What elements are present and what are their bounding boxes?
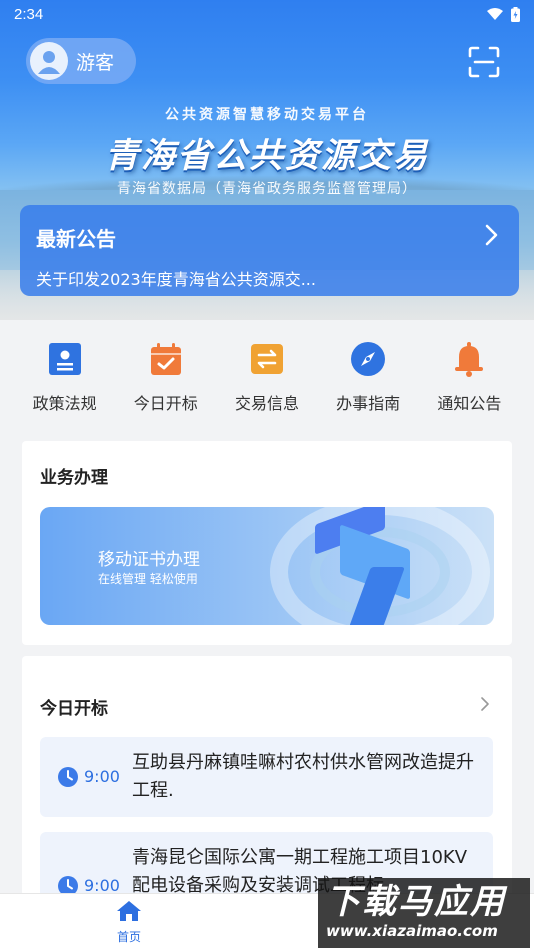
watermark-line2: www.xiazaimao.com: [326, 922, 498, 940]
calendar-check-icon: [147, 340, 185, 378]
quick-nav-label: 通知公告: [437, 394, 502, 413]
quick-nav-label: 政策法规: [32, 394, 97, 413]
banner-title: 移动证书办理: [98, 550, 200, 570]
chevron-right-icon[interactable]: [480, 696, 490, 711]
clock-icon: [58, 767, 78, 787]
bell-icon: [450, 340, 488, 378]
watermark-line1: 下载马应用: [326, 882, 506, 922]
platform-subtitle: 公共资源智慧移动交易平台: [165, 107, 369, 123]
quick-nav: 政策法规 今日开标 交易信息 办事指南 通知公告: [0, 340, 534, 414]
exchange-icon: [248, 340, 286, 378]
quick-nav-label: 交易信息: [234, 394, 299, 413]
latest-notice-card[interactable]: 最新公告 关于印发2023年度青海省公共资源交...: [20, 205, 519, 296]
item-name: 互助县丹麻镇哇嘛村农村供水管网改造提升工程.: [132, 752, 474, 801]
platform-title: 青海省公共资源交易: [105, 136, 429, 176]
user-profile-button[interactable]: 游客: [26, 38, 136, 84]
chevron-right-icon: [481, 223, 501, 247]
status-bar: 2:34: [0, 0, 534, 28]
quick-nav-label: 今日开标: [133, 394, 198, 413]
scan-icon[interactable]: [466, 44, 502, 80]
user-label: 游客: [76, 51, 115, 74]
banner-subtitle: 在线管理 轻松使用: [98, 572, 198, 586]
home-icon: [116, 900, 142, 926]
item-time: 9:00: [84, 767, 120, 786]
today-title: 今日开标: [40, 699, 108, 719]
business-card: 业务办理 移动证书办理 在线管理 轻松使用: [22, 441, 512, 645]
quick-nav-today-bidding[interactable]: 今日开标: [116, 340, 216, 414]
quick-nav-notices[interactable]: 通知公告: [419, 340, 519, 414]
list-item[interactable]: 9:00 互助县丹麻镇哇嘛村农村供水管网改造提升工程.: [40, 737, 493, 817]
platform-organization: 青海省数据局（青海省政务服务监督管理局）: [117, 181, 417, 197]
today-bidding-card: 今日开标 9:00 互助县丹麻镇哇嘛村农村供水管网改造提升工程. 9:00 青海…: [22, 656, 512, 912]
wifi-icon: [487, 8, 503, 20]
mobile-certificate-banner[interactable]: 移动证书办理 在线管理 轻松使用: [40, 507, 494, 625]
policy-icon: [46, 340, 84, 378]
quick-nav-label: 办事指南: [336, 394, 401, 413]
quick-nav-policy[interactable]: 政策法规: [15, 340, 115, 414]
quick-nav-guide[interactable]: 办事指南: [318, 340, 418, 414]
watermark-logo: 下载马应用 www.xiazaimao.com: [318, 878, 530, 948]
notice-title: 最新公告: [36, 227, 116, 251]
tab-home[interactable]: 首页: [104, 900, 154, 945]
quick-nav-trade-info[interactable]: 交易信息: [217, 340, 317, 414]
battery-icon: [511, 6, 520, 22]
tab-home-label: 首页: [116, 930, 141, 944]
notice-text: 关于印发2023年度青海省公共资源交...: [36, 270, 316, 289]
avatar-icon: [30, 42, 68, 80]
business-title: 业务办理: [40, 468, 108, 488]
compass-icon: [349, 340, 387, 378]
status-time: 2:34: [14, 5, 44, 23]
